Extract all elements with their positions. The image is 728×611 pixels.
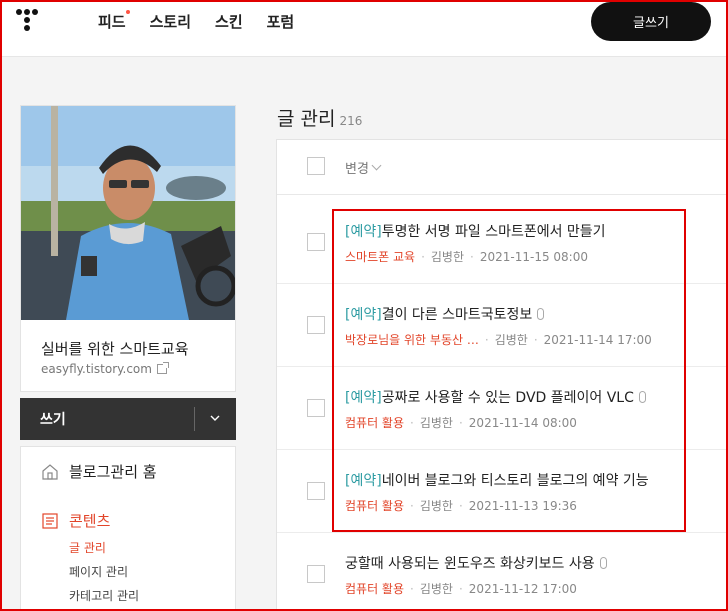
sidebar-item-label: 콘텐츠 [69, 512, 111, 530]
post-title: 네이버 블로그와 티스토리 블로그의 예약 기능 [381, 473, 649, 489]
reserve-tag: [예약] [345, 224, 382, 240]
sidebar-write-label[interactable]: 쓰기 [40, 409, 66, 429]
blog-name[interactable]: 실버를 위한 스마트교육 [41, 338, 189, 359]
list-header: 변경 [277, 140, 728, 195]
table-row[interactable]: [예약]공짜로 사용할 수 있는 DVD 플레이어 VLC 컴퓨터 활용 · 김병한… [277, 367, 728, 450]
sidebar-sub-category-manage[interactable]: 카테고리 관리 [69, 587, 139, 604]
home-icon [42, 463, 58, 480]
nav-skin[interactable]: 스킨 [215, 11, 243, 32]
post-category[interactable]: 박장로님을 위한 부동산 … [345, 333, 479, 347]
chevron-down-icon [371, 160, 382, 171]
sidebar-sub-page-manage[interactable]: 페이지 관리 [69, 563, 128, 580]
post-category[interactable]: 컴퓨터 활용 [345, 582, 404, 596]
post-category[interactable]: 컴퓨터 활용 [345, 416, 404, 430]
post-title-link[interactable]: [예약]투명한 서명 파일 스마트폰에서 만들기 [345, 221, 606, 241]
page-title: 글 관리 216 [277, 104, 362, 131]
post-author: 김병한 [494, 333, 528, 347]
post-meta: 컴퓨터 활용 · 김병한 · 2021-11-14 08:00 [345, 416, 577, 430]
sidebar-item-label: 블로그관리 홈 [69, 463, 157, 481]
post-date: 2021-11-14 17:00 [543, 333, 652, 347]
attachment-icon [599, 557, 607, 569]
post-title-link[interactable]: [예약]결이 다른 스마트국토정보 [345, 304, 545, 324]
profile-photo[interactable] [21, 106, 235, 320]
nav-story[interactable]: 스토리 [150, 11, 191, 32]
write-post-button[interactable]: 글쓰기 [591, 2, 711, 41]
select-all-checkbox[interactable] [307, 157, 325, 175]
blog-url-link[interactable]: easyfly.tistory.com [41, 362, 169, 376]
row-checkbox[interactable] [307, 565, 325, 583]
page-title-text: 글 관리 [277, 108, 336, 130]
document-icon [42, 512, 58, 529]
post-author: 김병한 [419, 416, 453, 430]
sidebar-menu: 블로그관리 홈 콘텐츠 글 관리 페이지 관리 카테고리 관리 [20, 446, 236, 611]
row-checkbox[interactable] [307, 316, 325, 334]
post-title-link[interactable]: [예약]네이버 블로그와 티스토리 블로그의 예약 기능 [345, 470, 649, 490]
sidebar-sub-post-manage[interactable]: 글 관리 [69, 539, 106, 556]
row-checkbox[interactable] [307, 482, 325, 500]
post-date: 2021-11-14 08:00 [468, 416, 577, 430]
post-list: 변경 [예약]투명한 서명 파일 스마트폰에서 만들기 스마트폰 교육 · 김병한 ·… [276, 139, 728, 611]
post-title-link[interactable]: 궁할때 사용되는 윈도우즈 화상키보드 사용 [345, 553, 607, 573]
post-count: 216 [339, 114, 363, 128]
post-meta: 스마트폰 교육 · 김병한 · 2021-11-15 08:00 [345, 250, 588, 264]
row-checkbox[interactable] [307, 233, 325, 251]
post-title-link[interactable]: [예약]공짜로 사용할 수 있는 DVD 플레이어 VLC [345, 387, 646, 407]
table-row[interactable]: [예약]네이버 블로그와 티스토리 블로그의 예약 기능 컴퓨터 활용 · 김병한 ·… [277, 450, 728, 533]
attachment-icon [638, 391, 646, 403]
top-nav: 피드 스토리 스킨 포럼 [98, 10, 318, 32]
post-date: 2021-11-15 08:00 [479, 250, 588, 264]
post-title: 결이 다른 스마트국토정보 [381, 307, 533, 323]
post-category[interactable]: 컴퓨터 활용 [345, 499, 404, 513]
post-meta: 컴퓨터 활용 · 김병한 · 2021-11-12 17:00 [345, 582, 577, 596]
post-category[interactable]: 스마트폰 교육 [345, 250, 415, 264]
chevron-down-icon[interactable] [208, 411, 222, 425]
change-dropdown[interactable]: 변경 [345, 158, 382, 177]
post-title: 투명한 서명 파일 스마트폰에서 만들기 [381, 224, 606, 240]
sidebar-write-bar[interactable]: 쓰기 [20, 398, 236, 440]
external-link-icon [156, 362, 169, 374]
post-meta: 박장로님을 위한 부동산 … · 김병한 · 2021-11-14 17:00 [345, 333, 652, 347]
post-title: 궁할때 사용되는 윈도우즈 화상키보드 사용 [345, 556, 595, 572]
table-row[interactable]: [예약]투명한 서명 파일 스마트폰에서 만들기 스마트폰 교육 · 김병한 · 202… [277, 201, 728, 284]
top-bar: 피드 스토리 스킨 포럼 글쓰기 [0, 0, 728, 57]
tistory-logo-icon[interactable] [16, 9, 38, 33]
reserve-tag: [예약] [345, 390, 382, 406]
post-meta: 컴퓨터 활용 · 김병한 · 2021-11-13 19:36 [345, 499, 577, 513]
reserve-tag: [예약] [345, 307, 382, 323]
divider [194, 407, 195, 431]
sidebar-item-content[interactable]: 콘텐츠 [41, 510, 110, 531]
profile-card: 실버를 위한 스마트교육 easyfly.tistory.com [20, 105, 236, 392]
attachment-icon [537, 308, 545, 320]
post-author: 김병한 [419, 499, 453, 513]
sidebar-item-blog-home[interactable]: 블로그관리 홈 [41, 461, 157, 482]
post-date: 2021-11-12 17:00 [468, 582, 577, 596]
post-title: 공짜로 사용할 수 있는 DVD 플레이어 VLC [381, 390, 634, 406]
row-checkbox[interactable] [307, 399, 325, 417]
blog-url-text: easyfly.tistory.com [41, 362, 152, 376]
post-author: 김병한 [419, 582, 453, 596]
table-row[interactable]: 궁할때 사용되는 윈도우즈 화상키보드 사용 컴퓨터 활용 · 김병한 · 2021-1… [277, 533, 728, 611]
reserve-tag: [예약] [345, 473, 382, 489]
change-label: 변경 [345, 162, 369, 177]
nav-feed[interactable]: 피드 [98, 11, 126, 32]
post-author: 김병한 [430, 250, 465, 264]
post-date: 2021-11-13 19:36 [468, 499, 577, 513]
notification-dot [126, 10, 130, 14]
nav-forum[interactable]: 포럼 [267, 11, 295, 32]
table-row[interactable]: [예약]결이 다른 스마트국토정보 박장로님을 위한 부동산 … · 김병한 · 202… [277, 284, 728, 367]
